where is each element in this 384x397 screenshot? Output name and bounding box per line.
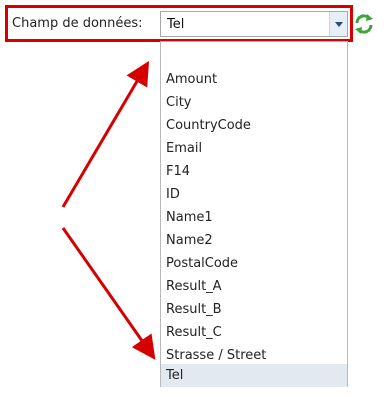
- data-field-label: Champ de données:: [12, 16, 143, 31]
- list-item[interactable]: Amount: [161, 68, 347, 91]
- list-item[interactable]: Result_B: [161, 298, 347, 321]
- refresh-icon[interactable]: [352, 12, 376, 36]
- list-item[interactable]: Email: [161, 137, 347, 160]
- list-item[interactable]: Name2: [161, 229, 347, 252]
- annotation-arrow-down: [61, 227, 156, 360]
- list-item[interactable]: Result_A: [161, 275, 347, 298]
- list-item[interactable]: Name1: [161, 206, 347, 229]
- list-item[interactable]: Result_C: [161, 321, 347, 344]
- chevron-down-icon[interactable]: [329, 12, 347, 36]
- list-item[interactable]: ID: [161, 183, 347, 206]
- screenshot-canvas: Champ de données: Tel Amount City Countr…: [0, 0, 384, 397]
- data-field-combobox[interactable]: Tel: [160, 11, 348, 37]
- list-item[interactable]: City: [161, 91, 347, 114]
- list-item[interactable]: F14: [161, 160, 347, 183]
- list-item[interactable]: PostalCode: [161, 252, 347, 275]
- data-field-dropdown-list[interactable]: Amount City CountryCode Email F14 ID Nam…: [160, 41, 348, 387]
- list-item[interactable]: CountryCode: [161, 114, 347, 137]
- list-item[interactable]: [161, 45, 347, 68]
- list-item-selected[interactable]: Tel: [161, 364, 347, 387]
- data-field-value: Tel: [167, 17, 185, 32]
- annotation-arrow-up: [61, 60, 150, 208]
